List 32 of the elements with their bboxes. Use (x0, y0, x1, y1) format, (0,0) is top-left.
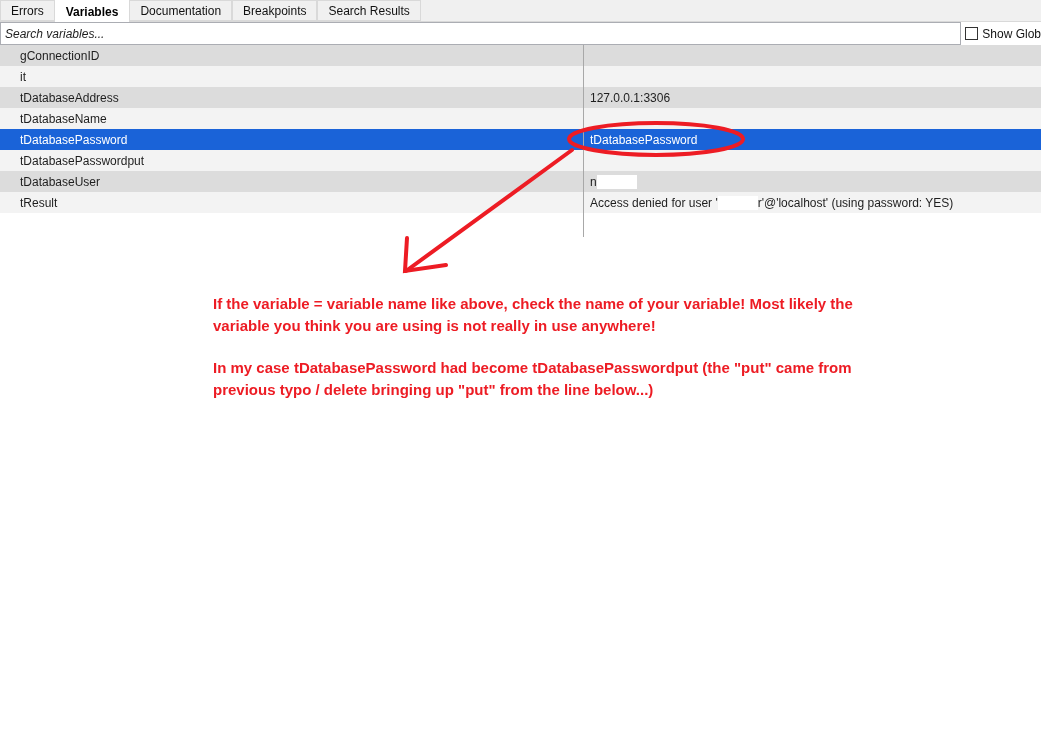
variable-name: gConnectionID (20, 47, 100, 65)
variable-row[interactable]: tDatabasePasswordput (0, 150, 1041, 171)
search-field[interactable]: Search variables... (0, 22, 962, 45)
variable-row[interactable]: tDatabaseAddress 127.0.0.1:3306 (0, 87, 1041, 108)
tab[interactable]: Errors (0, 0, 55, 21)
variable-name: tDatabaseUser (20, 173, 101, 191)
variable-value: tDatabasePassword (590, 131, 698, 149)
variable-row[interactable]: gConnectionID (0, 45, 1041, 66)
variable-row[interactable]: tDatabaseName (0, 108, 1041, 129)
tab[interactable]: Breakpoints (232, 0, 318, 21)
variable-name: it (20, 68, 26, 86)
variable-row[interactable]: tDatabaseUser n (0, 171, 1041, 192)
variable-value: r'@'localhost' (using password: YES) (757, 194, 954, 212)
variable-name: tResult (20, 194, 58, 212)
annotation-text: In my case tDatabasePassword had become tDatabasePasswordput (the "put" came from previous typo / delete bringing up "put" from the line below...) (213, 358, 853, 400)
variable-row[interactable]: it (0, 66, 1041, 87)
variable-name: tDatabasePasswordput (20, 152, 145, 170)
variable-row[interactable]: tDatabasePassword tDatabasePassword (0, 129, 1041, 150)
variable-name: tDatabaseName (20, 110, 107, 128)
tab[interactable]: Variables (54, 0, 130, 22)
variable-value: 127.0.0.1:3306 (590, 89, 671, 107)
variable-value: n (590, 173, 597, 191)
tab[interactable]: Documentation (129, 0, 233, 21)
variable-name: tDatabaseAddress (20, 89, 119, 107)
variable-name: tDatabasePassword (20, 131, 128, 149)
checkbox[interactable] (965, 27, 979, 40)
redaction-block (596, 174, 637, 189)
annotation-text: If the variable = variable name like above, check the name of your variable! Most likely the variable you think you are using is not really in use anywhere! (213, 294, 854, 336)
variable-row[interactable]: tResult Access denied for user ' r'@'localhost' (using password: YES) (0, 192, 1041, 213)
tab[interactable]: Search Results (317, 0, 421, 21)
checkbox-label: Show Glob (982, 25, 1041, 43)
variable-value: Access denied for user ' (590, 194, 718, 212)
